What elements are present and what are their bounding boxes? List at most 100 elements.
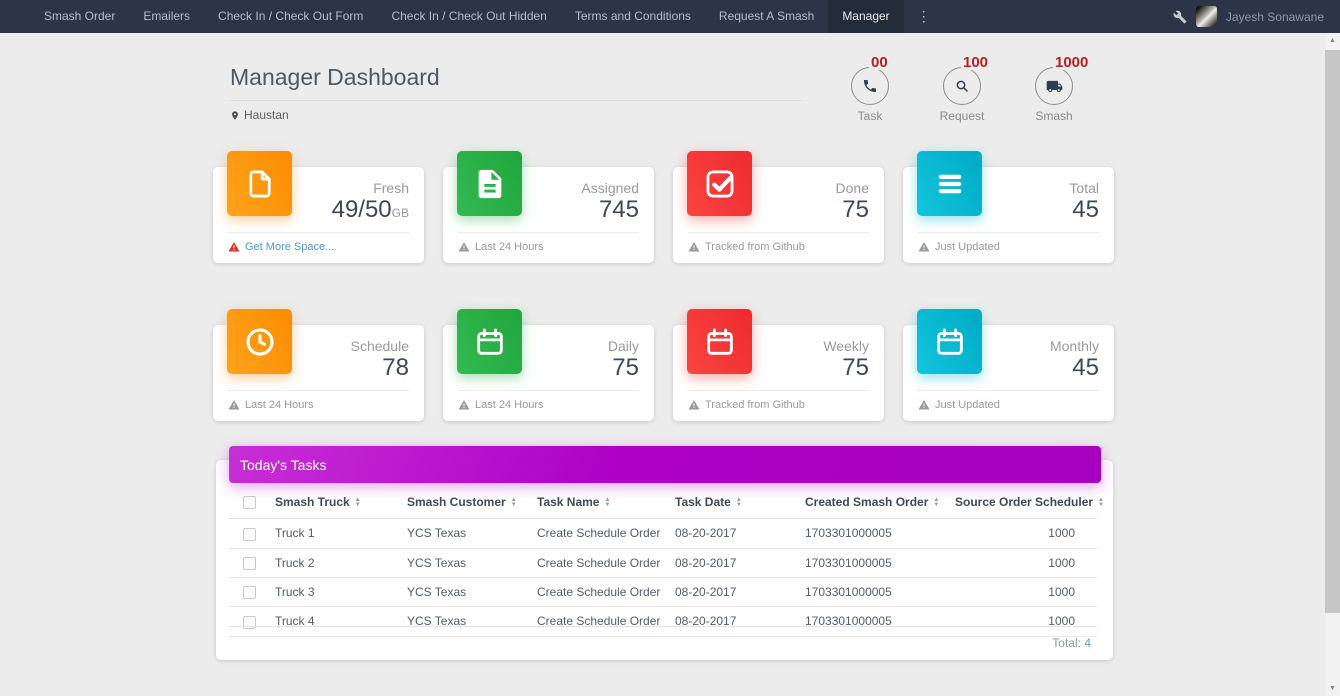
card-footer: Get More Space... — [228, 232, 409, 263]
card-footer-text: Tracked from Github — [705, 399, 805, 411]
stat-card-monthly: Monthly 45 Just Updated — [903, 325, 1114, 421]
col-smash-customer[interactable]: Smash Customer▲▼ — [407, 488, 537, 519]
warning-icon — [688, 399, 700, 411]
cell-smash-truck: Truck 2 — [275, 548, 407, 577]
cell-task-date: 08-20-2017 — [675, 519, 805, 548]
cell-created-order: 1703301000005 — [805, 548, 955, 577]
location-pin-icon — [230, 109, 240, 122]
location-row: Haustan — [230, 108, 802, 122]
nav-item-check-in-out-hidden[interactable]: Check In / Check Out Hidden — [377, 0, 560, 33]
cell-smash-customer: YCS Texas — [407, 519, 537, 548]
cell-smash-customer: YCS Texas — [407, 548, 537, 577]
stat-card-fresh: Fresh 49/50GB Get More Space... — [213, 167, 424, 263]
task-counter-button[interactable] — [851, 67, 889, 105]
get-more-space-link[interactable]: Get More Space... — [245, 241, 334, 253]
col-source-order-scheduler[interactable]: Source Order Scheduler▲▼ — [955, 488, 1097, 519]
col-task-date[interactable]: Task Date▲▼ — [675, 488, 805, 519]
cell-created-order: 1703301000005 — [805, 577, 955, 606]
sort-icon[interactable]: ▲▼ — [736, 498, 742, 508]
cell-source-scheduler: 1000 — [955, 577, 1097, 606]
kebab-menu-icon[interactable]: ⋮ — [904, 8, 945, 25]
stat-unit: GB — [392, 206, 409, 220]
sort-icon[interactable]: ▲▼ — [933, 498, 939, 508]
user-avatar[interactable] — [1196, 6, 1217, 27]
warning-icon — [688, 241, 700, 253]
col-smash-truck[interactable]: Smash Truck▲▼ — [275, 488, 407, 519]
stat-card-schedule: Schedule 78 Last 24 Hours — [213, 325, 424, 421]
total-value[interactable]: 4 — [1084, 636, 1091, 650]
task-counter-label: Task — [842, 109, 898, 123]
page-header: Manager Dashboard Haustan — [230, 64, 802, 122]
smash-counter-label: Smash — [1026, 109, 1082, 123]
cell-smash-truck: Truck 1 — [275, 519, 407, 548]
todays-tasks-card: Today's Tasks Smash Truck▲▼ Smash Custom… — [216, 460, 1113, 660]
nav-item-terms[interactable]: Terms and Conditions — [561, 0, 705, 33]
warning-icon — [228, 399, 240, 411]
truck-icon — [1046, 78, 1063, 95]
request-counter-button[interactable] — [943, 67, 981, 105]
document-icon — [457, 151, 522, 216]
calendar-icon — [687, 309, 752, 374]
col-created-smash-order[interactable]: Created Smash Order▲▼ — [805, 488, 955, 519]
nav-item-emailers[interactable]: Emailers — [129, 0, 204, 33]
sort-icon[interactable]: ▲▼ — [355, 498, 361, 508]
stat-cards-row-2: Schedule 78 Last 24 Hours Daily 75 Last … — [213, 325, 1114, 421]
file-icon — [227, 151, 292, 216]
sort-icon[interactable]: ▲▼ — [604, 498, 610, 508]
cell-source-scheduler: 1000 — [955, 548, 1097, 577]
task-count-badge: 00 — [869, 55, 890, 70]
nav-item-request-a-smash[interactable]: Request A Smash — [705, 0, 828, 33]
scroll-up-icon[interactable]: ▲ — [1325, 33, 1340, 48]
card-footer: Tracked from Github — [688, 390, 869, 421]
card-footer-text: Just Updated — [935, 399, 1000, 411]
card-footer: Last 24 Hours — [458, 232, 639, 263]
calendar-icon — [457, 309, 522, 374]
user-name[interactable]: Jayesh Sonawane — [1226, 10, 1324, 24]
scroll-down-icon[interactable]: ▼ — [1325, 681, 1340, 696]
phone-icon — [862, 78, 878, 94]
card-footer-text: Tracked from Github — [705, 241, 805, 253]
row-checkbox[interactable] — [243, 528, 256, 541]
table-header-row: Smash Truck▲▼ Smash Customer▲▼ Task Name… — [229, 488, 1097, 519]
location-label: Haustan — [244, 108, 289, 122]
sort-icon[interactable]: ▲▼ — [1098, 498, 1104, 508]
stat-card-done: Done 75 Tracked from Github — [673, 167, 884, 263]
card-footer: Just Updated — [918, 390, 1099, 421]
vertical-scrollbar[interactable]: ▲ ▼ — [1325, 33, 1340, 696]
counter-task: 00 Task — [842, 56, 898, 123]
cell-task-name: Create Schedule Order — [537, 519, 675, 548]
card-footer: Last 24 Hours — [228, 390, 409, 421]
row-checkbox[interactable] — [243, 586, 256, 599]
warning-icon — [458, 399, 470, 411]
nav-item-manager[interactable]: Manager — [828, 0, 903, 33]
counter-smash: 1000 Smash — [1026, 56, 1082, 123]
nav-item-smash-order[interactable]: Smash Order — [30, 0, 129, 33]
counter-request: 100 Request — [934, 56, 990, 123]
tasks-card-title: Today's Tasks — [240, 457, 326, 473]
warning-icon — [228, 241, 240, 253]
wrench-icon[interactable] — [1173, 10, 1187, 24]
cell-task-date: 08-20-2017 — [675, 548, 805, 577]
table-row: Truck 3 YCS Texas Create Schedule Order … — [229, 577, 1097, 606]
scrollbar-thumb[interactable] — [1325, 50, 1340, 613]
request-count-badge: 100 — [961, 55, 990, 70]
card-footer: Last 24 Hours — [458, 390, 639, 421]
nav-item-check-in-out-form[interactable]: Check In / Check Out Form — [204, 0, 377, 33]
warning-icon — [458, 241, 470, 253]
card-footer-text: Last 24 Hours — [475, 241, 543, 253]
col-task-name[interactable]: Task Name▲▼ — [537, 488, 675, 519]
warning-icon — [918, 399, 930, 411]
calendar-icon — [917, 309, 982, 374]
smash-counter-button[interactable] — [1035, 67, 1073, 105]
row-checkbox[interactable] — [243, 557, 256, 570]
select-all-checkbox[interactable] — [243, 496, 256, 509]
stat-card-daily: Daily 75 Last 24 Hours — [443, 325, 654, 421]
card-footer: Just Updated — [918, 232, 1099, 263]
clock-icon — [227, 309, 292, 374]
cell-created-order: 1703301000005 — [805, 519, 955, 548]
cell-task-name: Create Schedule Order — [537, 548, 675, 577]
sort-icon[interactable]: ▲▼ — [511, 498, 517, 508]
cell-source-scheduler: 1000 — [955, 519, 1097, 548]
cell-smash-truck: Truck 3 — [275, 577, 407, 606]
top-navbar: Smash Order Emailers Check In / Check Ou… — [0, 0, 1340, 33]
